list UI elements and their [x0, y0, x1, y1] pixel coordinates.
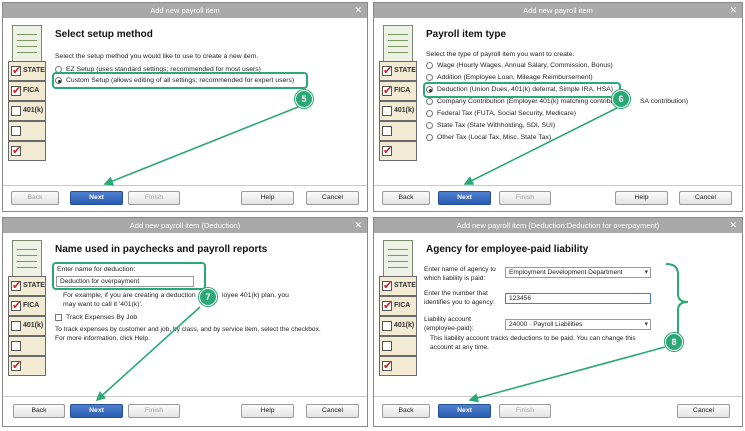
window-title: Add new payroll item [523, 6, 593, 15]
cancel-button[interactable]: Cancel [306, 404, 359, 418]
checkmark-icon [382, 64, 392, 77]
cancel-button[interactable]: Cancel [679, 191, 732, 205]
page-title: Payroll item type [426, 29, 507, 40]
help-button[interactable]: Help [241, 191, 294, 205]
step-badge: 6 [612, 90, 630, 108]
example-text-cont: loyee 401(k) plan, you [222, 292, 289, 299]
back-button[interactable]: Back [11, 191, 59, 205]
next-button[interactable]: Next [70, 404, 123, 418]
back-button[interactable]: Back [382, 191, 430, 205]
radio-icon[interactable] [426, 98, 433, 105]
back-button[interactable]: Back [13, 404, 65, 418]
agency-select[interactable]: Employment Development Department [505, 267, 651, 278]
checkmark-icon [11, 144, 21, 157]
close-icon[interactable]: ✕ [729, 218, 737, 233]
finish-button[interactable]: Finish [128, 191, 180, 205]
checkbox-icon [11, 321, 21, 331]
brace-annotation [665, 263, 689, 341]
page-title: Agency for employee-paid liability [426, 244, 589, 255]
step-badge: 7 [199, 288, 217, 306]
next-button[interactable]: Next [438, 191, 491, 205]
help-button[interactable]: Help [241, 404, 294, 418]
window-title: Add new payroll item (Deduction:Deductio… [456, 221, 660, 230]
radio-icon[interactable] [426, 74, 433, 81]
finish-button[interactable]: Finish [499, 404, 551, 418]
close-icon[interactable]: ✕ [354, 3, 362, 18]
next-button[interactable]: Next [438, 404, 491, 418]
option-other-tax[interactable]: Other Tax (Local Tax, Misc. State Tax) [426, 134, 551, 141]
window-agency-liability: Add new payroll item (Deduction:Deductio… [373, 217, 743, 427]
close-icon[interactable]: ✕ [729, 3, 737, 18]
title-bar: Add new payroll item (Deduction) ✕ [3, 218, 367, 233]
radio-icon[interactable] [426, 110, 433, 117]
checkbox-icon [382, 106, 392, 116]
agency-label: Enter name of agency to which liability … [424, 266, 496, 282]
checkmark-icon [382, 144, 392, 157]
window-deduction-name: Add new payroll item (Deduction) ✕ STATE … [2, 217, 368, 427]
checkbox-icon [382, 321, 392, 331]
checkbox-icon [11, 106, 21, 116]
checkmark-icon [382, 84, 392, 97]
checkmark-icon [382, 359, 392, 372]
page-title: Name used in paychecks and payroll repor… [55, 244, 268, 255]
highlight-box [52, 262, 206, 290]
payroll-illustration: STATE FICA 401(k) [8, 25, 46, 197]
next-button[interactable]: Next [70, 191, 123, 205]
close-icon[interactable]: ✕ [354, 218, 362, 233]
back-button[interactable]: Back [382, 404, 430, 418]
title-bar: Add new payroll item ✕ [3, 3, 367, 18]
checkbox-icon [382, 341, 392, 351]
radio-icon[interactable] [426, 134, 433, 141]
option-federal-tax[interactable]: Federal Tax (FUTA, Social Security, Medi… [426, 110, 576, 117]
title-bar: Add new payroll item (Deduction:Deductio… [374, 218, 742, 233]
window-select-setup: Add new payroll item✕ STATE FICA 401(k) … [2, 2, 368, 212]
step-badge: 5 [295, 90, 313, 108]
payroll-illustration: STATE FICA 401(k) [8, 240, 46, 412]
payroll-illustration: STATE FICA 401(k) [379, 240, 417, 412]
agency-number-input[interactable]: 123456 [505, 293, 651, 304]
liability-account-select[interactable]: 24000 · Payroll Liabilities [505, 319, 651, 330]
checkmark-icon [382, 279, 392, 292]
option-state-tax[interactable]: State Tax (State Withholding, SDI, SUI) [426, 122, 555, 129]
step-badge: 8 [665, 333, 683, 351]
page-title: Select setup method [55, 29, 153, 40]
finish-button[interactable]: Finish [499, 191, 551, 205]
account-note: This liability account tracks deductions… [430, 335, 636, 351]
window-payroll-item-type: Add new payroll item✕ STATE FICA 401(k) … [373, 2, 743, 212]
highlight-box [52, 72, 308, 89]
cancel-button[interactable]: Cancel [677, 404, 730, 418]
cancel-button[interactable]: Cancel [306, 191, 359, 205]
instruction-text: Select the type of payroll item you want… [426, 51, 575, 58]
option-company-contribution[interactable]: Company Contribution (Employer 401(k) ma… [426, 98, 618, 105]
checkmark-icon [11, 299, 21, 312]
title-bar: Add new payroll item ✕ [374, 3, 742, 18]
help-text: To track expenses by customer and job, b… [55, 326, 321, 342]
checkbox-icon[interactable] [55, 314, 62, 321]
checkbox-icon [11, 126, 21, 136]
checkmark-icon [382, 299, 392, 312]
option-wage[interactable]: Wage (Hourly Wages, Annual Salary, Commi… [426, 62, 613, 69]
track-expenses-checkbox[interactable]: Track Expenses By Job [55, 314, 137, 321]
example-text-2: may want to call it '401(k)'. [63, 301, 143, 308]
option-overflow-text: SA contribution) [640, 98, 688, 105]
checkbox-icon [11, 341, 21, 351]
highlight-box [423, 82, 621, 98]
window-title: Add new payroll item (Deduction) [129, 221, 241, 230]
liability-account-label: Liability account (employee-paid): [424, 316, 474, 332]
checkmark-icon [11, 359, 21, 372]
example-text: For example, if you are creating a deduc… [63, 292, 196, 299]
radio-icon[interactable] [426, 122, 433, 129]
finish-button[interactable]: Finish [128, 404, 180, 418]
window-title: Add new payroll item [150, 6, 220, 15]
checkmark-icon [11, 84, 21, 97]
radio-icon[interactable] [426, 62, 433, 69]
option-addition[interactable]: Addition (Employee Loan, Mileage Reimbur… [426, 74, 593, 81]
agency-number-label: Enter the number that identifies you to … [424, 290, 495, 306]
instruction-text: Select the setup method you would like t… [55, 53, 259, 60]
help-button[interactable]: Help [615, 191, 668, 205]
checkbox-icon [382, 126, 392, 136]
checkmark-icon [11, 64, 21, 77]
checkmark-icon [11, 279, 21, 292]
payroll-illustration: STATE FICA 401(k) [379, 25, 417, 197]
